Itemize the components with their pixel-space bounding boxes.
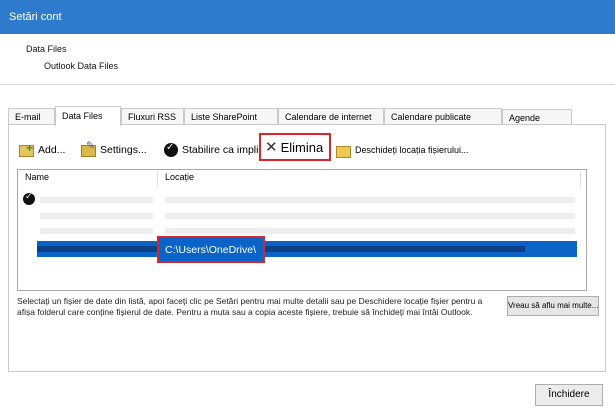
help-description: Selectați un fișier de date din listă, a… (17, 296, 483, 317)
tab-email[interactable]: E-mail (8, 108, 55, 125)
check-circle-icon (164, 142, 178, 157)
open-file-location-label: Deschideți locația fișierului... (355, 145, 469, 155)
selected-path-text: C:\Users\OneDrive\ (165, 244, 257, 256)
remove-button-label: Elimina (280, 139, 324, 155)
column-divider[interactable] (157, 171, 158, 187)
settings-button-label: Settings... (100, 144, 147, 156)
settings-icon (80, 139, 96, 158)
open-folder-icon (335, 142, 351, 158)
close-x-icon: ✕ (265, 139, 278, 156)
header-subtitle: Outlook Data Files (44, 61, 119, 71)
list-item-location-placeholder[interactable] (165, 213, 575, 219)
title-bar: Setări cont (0, 0, 615, 34)
learn-more-button[interactable]: Vreau să aflu mai multe... (507, 296, 599, 316)
selected-file-path[interactable]: C:\Users\OneDrive\ (157, 236, 265, 263)
tab-published-calendars[interactable]: Calendare publicate (384, 108, 502, 125)
column-header-name[interactable]: Name (25, 172, 49, 182)
set-default-button[interactable]: Stabilire ca implic (164, 141, 264, 159)
list-item-name-placeholder[interactable] (40, 228, 153, 234)
add-button-label: Add... (38, 144, 66, 156)
window-title: Setări cont (9, 11, 62, 23)
tab-sharepoint-lists[interactable]: Liste SharePoint (184, 108, 278, 125)
column-header-location[interactable]: Locație (165, 172, 194, 182)
set-default-label: Stabilire ca implic (182, 144, 264, 156)
default-file-check-icon (23, 191, 35, 205)
column-divider[interactable] (580, 171, 581, 187)
open-file-location-button[interactable]: Deschideți locația fișierului... (335, 141, 469, 159)
selected-row-content (37, 246, 525, 252)
tab-strip: E-mail Data Files Fluxuri RSS Liste Shar… (8, 106, 606, 126)
list-item-name-placeholder[interactable] (40, 213, 153, 219)
list-item-name-placeholder[interactable] (40, 197, 153, 203)
selected-list-item[interactable] (37, 241, 577, 257)
close-button[interactable]: Închidere (535, 384, 603, 406)
header-title: Data Files (26, 44, 67, 54)
remove-button[interactable]: ✕ Elimina (259, 133, 331, 161)
add-button[interactable]: Add... (18, 141, 65, 159)
add-data-file-icon (18, 141, 34, 158)
header-divider (0, 84, 615, 85)
list-item-location-placeholder[interactable] (165, 197, 575, 203)
tab-data-files[interactable]: Data Files (55, 106, 121, 126)
settings-button[interactable]: Settings... (80, 139, 147, 159)
list-item-location-placeholder[interactable] (165, 228, 575, 234)
tab-rss-feeds[interactable]: Fluxuri RSS (121, 108, 184, 125)
tab-internet-calendars[interactable]: Calendare de internet (278, 108, 384, 125)
